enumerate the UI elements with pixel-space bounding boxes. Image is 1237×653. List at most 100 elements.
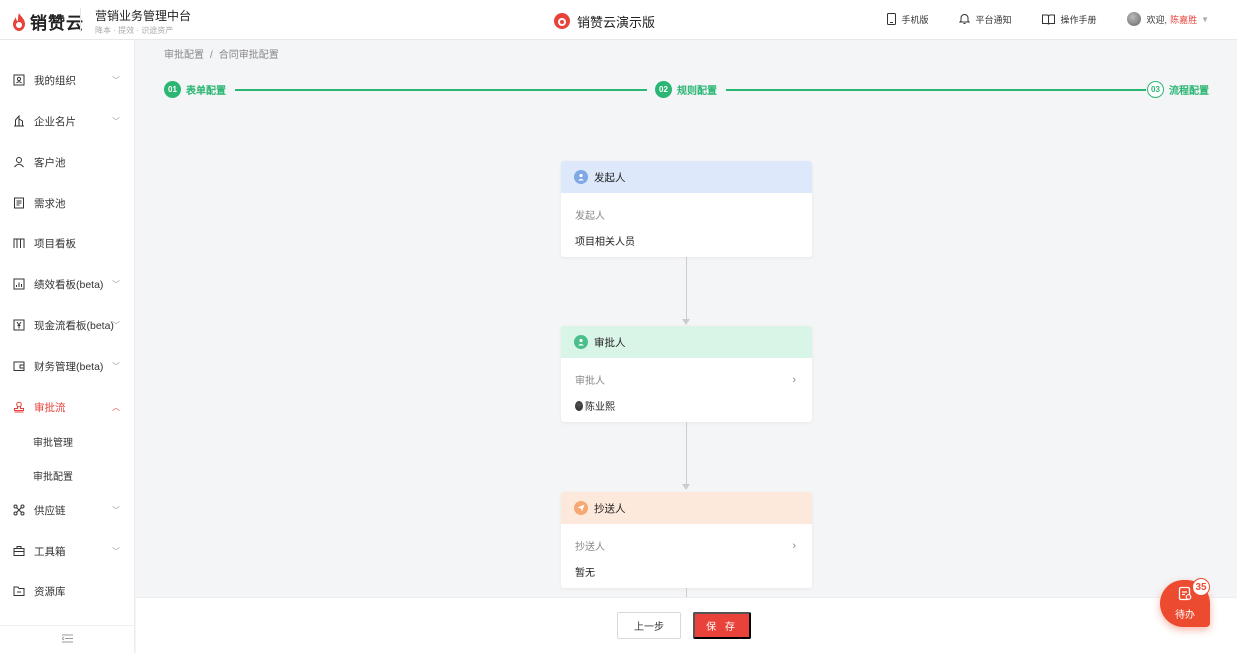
- chevron-down-icon: ﹀: [112, 117, 120, 126]
- sidebar-item-toolbox[interactable]: 工具箱 ﹀: [0, 539, 135, 563]
- step-label: 流程配置: [1169, 86, 1209, 97]
- sidebar-item-performance-kanban[interactable]: 绩效看板(beta) ﹀: [0, 272, 135, 296]
- brand-divider: [80, 8, 81, 32]
- header-actions: 手机版 平台通知 操作手册 欢迎, 陈嘉胜 ▼: [857, 12, 1209, 26]
- sidebar-collapse-button[interactable]: [0, 625, 135, 653]
- logo-flame-icon: [12, 12, 26, 31]
- step-form-config[interactable]: 01 表单配置: [164, 81, 226, 98]
- org-icon: [13, 74, 25, 86]
- node-body: 抄送人 › 暂无: [561, 524, 812, 588]
- node-field-value: 暂无: [575, 568, 595, 579]
- sidebar-item-supply-chain[interactable]: 供应链 ﹀: [0, 498, 135, 522]
- avatar: [1126, 12, 1141, 26]
- step-progress: 01 表单配置 02 规则配置 03 流程配置: [164, 81, 1212, 99]
- network-icon: [13, 504, 25, 516]
- system-title-block: 营销业务管理中台 降本 · 提效 · 识途资产: [95, 7, 191, 36]
- step-connector-line: [726, 89, 1146, 91]
- previous-step-button[interactable]: 上一步: [617, 612, 681, 639]
- welcome-text: 欢迎,: [1146, 14, 1168, 25]
- flow-arrow-icon: [682, 484, 690, 490]
- flow-connector-line: [686, 422, 687, 484]
- step-label: 规则配置: [677, 86, 717, 97]
- kanban-icon: [13, 237, 25, 249]
- building-icon: [13, 115, 25, 127]
- node-field-label: 审批人: [575, 376, 605, 387]
- platform-notify-link[interactable]: 平台通知: [958, 13, 1012, 26]
- step-flow-config[interactable]: 03 流程配置: [1147, 81, 1209, 98]
- node-field-label: 抄送人: [575, 542, 605, 553]
- manual-label: 操作手册: [1060, 14, 1097, 25]
- chevron-down-icon: ﹀: [112, 506, 120, 515]
- sidebar-item-company-card[interactable]: 企业名片 ﹀: [0, 109, 135, 133]
- chevron-right-icon[interactable]: ›: [792, 540, 796, 552]
- sidebar: 我的组织 ﹀ 企业名片 ﹀ 客户池 需求池 项目看板 绩效看板(beta) ﹀ …: [0, 40, 135, 653]
- toolbox-icon: [13, 545, 25, 557]
- chevron-right-icon[interactable]: ›: [792, 374, 796, 386]
- user-menu[interactable]: 欢迎, 陈嘉胜 ▼: [1126, 12, 1209, 26]
- manual-link[interactable]: 操作手册: [1041, 13, 1097, 26]
- breadcrumb: 审批配置 / 合同审批配置: [164, 46, 279, 61]
- sidebar-item-label: 企业名片: [34, 115, 76, 128]
- collapse-menu-icon: [61, 634, 73, 646]
- chevron-down-icon: ﹀: [112, 76, 120, 85]
- node-header: 审批人: [561, 326, 812, 358]
- todo-clipboard-icon: [1178, 586, 1192, 604]
- step-connector-line: [235, 89, 647, 91]
- approver-node-card[interactable]: 审批人 审批人 › 陈业熙: [561, 326, 812, 422]
- center-title-text: 销赞云演示版: [577, 15, 656, 30]
- sidebar-item-resource-library[interactable]: 资源库: [0, 579, 135, 603]
- sidebar-item-finance[interactable]: 财务管理(beta) ﹀: [0, 354, 135, 378]
- save-button[interactable]: 保 存: [693, 612, 751, 639]
- step-rule-config[interactable]: 02 规则配置: [655, 81, 717, 98]
- node-header: 抄送人: [561, 492, 812, 524]
- bell-icon: [958, 13, 970, 25]
- node-title: 抄送人: [594, 502, 626, 515]
- brand-logo[interactable]: 销赞云: [12, 9, 84, 34]
- node-body: 发起人 项目相关人员: [561, 193, 812, 257]
- sidebar-item-my-org[interactable]: 我的组织 ﹀: [0, 68, 135, 92]
- initiator-node-card[interactable]: 发起人 发起人 项目相关人员: [561, 161, 812, 257]
- sidebar-subitem-approval-config[interactable]: 审批配置: [0, 464, 135, 486]
- mobile-version-label: 手机版: [901, 14, 929, 25]
- node-body: 审批人 › 陈业熙: [561, 358, 812, 422]
- center-title: 销赞云演示版: [553, 11, 655, 32]
- center-logo-icon: [553, 11, 571, 32]
- step-number: 02: [655, 81, 672, 98]
- node-header: 发起人: [561, 161, 812, 193]
- sidebar-item-label: 工具箱: [34, 545, 66, 558]
- sidebar-item-label: 我的组织: [34, 74, 76, 87]
- node-field-value: 陈业熙: [585, 402, 615, 413]
- platform-notify-label: 平台通知: [975, 14, 1012, 25]
- breadcrumb-separator: /: [210, 50, 213, 61]
- sidebar-item-demand-pool[interactable]: 需求池: [0, 191, 135, 215]
- user-name: 陈嘉胜: [1170, 14, 1198, 25]
- breadcrumb-item-approval-config[interactable]: 审批配置: [164, 50, 204, 61]
- node-field-label: 发起人: [575, 211, 605, 222]
- initiator-user-icon: [574, 170, 588, 184]
- sidebar-item-customer-pool[interactable]: 客户池: [0, 150, 135, 174]
- chevron-down-icon: ﹀: [112, 280, 120, 289]
- sidebar-subitem-approval-manage[interactable]: 审批管理: [0, 430, 135, 452]
- chevron-down-icon: ﹀: [112, 362, 120, 371]
- sidebar-item-label: 项目看板: [34, 237, 76, 250]
- chart-icon: [13, 278, 25, 290]
- book-icon: [1041, 14, 1055, 25]
- sidebar-item-label: 资源库: [34, 585, 66, 598]
- sidebar-item-project-kanban[interactable]: 项目看板: [0, 231, 135, 255]
- user-icon: [13, 156, 25, 168]
- sidebar-item-label: 客户池: [34, 156, 66, 169]
- sidebar-item-label: 财务管理(beta): [34, 360, 104, 373]
- sidebar-item-cashflow-kanban[interactable]: 现金流看板(beta) ﹀: [0, 313, 135, 337]
- mobile-version-link[interactable]: 手机版: [886, 13, 929, 26]
- document-icon: [13, 197, 25, 209]
- system-tagline: 降本 · 提效 · 识途资产: [95, 26, 174, 35]
- sidebar-item-label: 需求池: [34, 197, 66, 210]
- caret-down-icon: ▼: [1201, 14, 1209, 24]
- sidebar-item-approval-flow[interactable]: 审批流 ︿: [0, 395, 135, 419]
- cc-node-card[interactable]: 抄送人 抄送人 › 暂无: [561, 492, 812, 588]
- folder-icon: [13, 585, 25, 597]
- node-title: 审批人: [594, 336, 626, 349]
- logo-text: 销赞云: [30, 14, 84, 33]
- step-number: 03: [1147, 81, 1164, 98]
- flow-arrow-icon: [682, 319, 690, 325]
